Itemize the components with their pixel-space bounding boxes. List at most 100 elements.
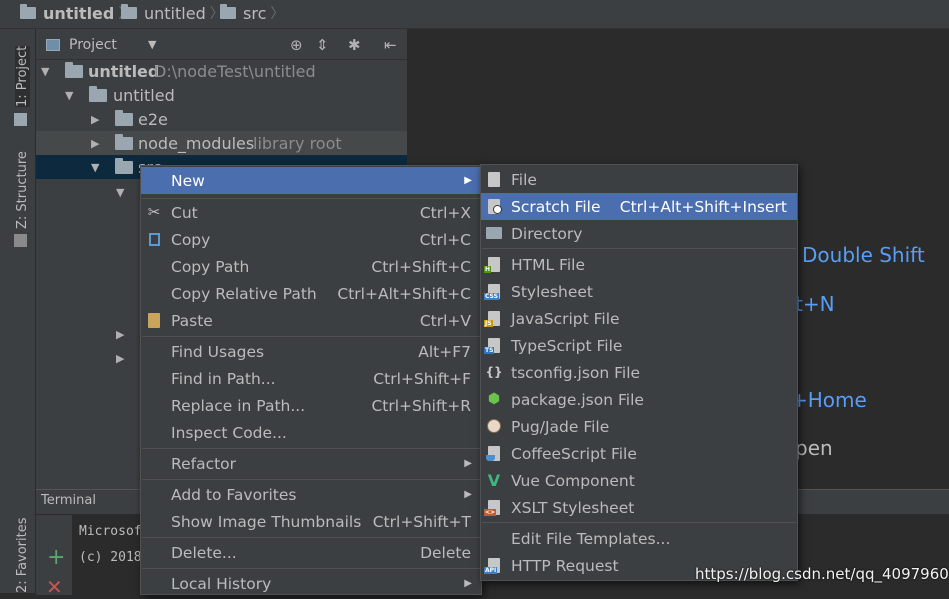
folder-icon	[486, 225, 502, 241]
chevron-right-icon[interactable]: ▶	[116, 352, 124, 365]
submenu-item-directory[interactable]: Directory	[481, 220, 797, 247]
chevron-right-icon: ▶	[464, 458, 472, 469]
nav-bar-hint: +Home	[791, 388, 867, 412]
html-file-icon: H	[484, 256, 502, 273]
search-everywhere-hint: Double Shift	[802, 243, 925, 267]
chevron-right-icon[interactable]: ▶	[116, 328, 124, 341]
submenu-item-tsconfig[interactable]: {} tsconfig.json File	[481, 359, 797, 386]
submenu-item-xslt[interactable]: <> XSLT Stylesheet	[481, 494, 797, 521]
xslt-icon: <>	[484, 499, 502, 516]
copy-icon	[146, 231, 162, 247]
breadcrumb-project[interactable]: untitled〉	[20, 3, 132, 23]
chevron-down-icon[interactable]: ▼	[41, 65, 49, 78]
chevron-right-icon: ▶	[464, 578, 472, 589]
breadcrumb-folder[interactable]: untitled 〉	[121, 3, 224, 23]
chevron-right-icon[interactable]: ▶	[91, 113, 99, 126]
drop-files-hint: pen	[795, 436, 833, 460]
project-view-icon	[46, 39, 60, 51]
js-file-icon: JS	[484, 310, 502, 327]
folder-icon	[115, 134, 133, 150]
menu-separator	[142, 568, 480, 569]
submenu-item-html-file[interactable]: H HTML File	[481, 251, 797, 278]
menu-item-refactor[interactable]: Refactor ▶	[141, 450, 481, 477]
menu-item-delete[interactable]: Delete... Delete	[141, 539, 481, 566]
menu-item-add-to-favorites[interactable]: Add to Favorites ▶	[141, 481, 481, 508]
folder-icon	[115, 110, 133, 126]
menu-item-copy-path[interactable]: Copy Path Ctrl+Shift+C	[141, 253, 481, 280]
terminal-line: (c) 2018	[79, 550, 142, 565]
scissors-icon: ✂	[147, 203, 161, 221]
terminal-tab[interactable]: Terminal	[41, 493, 96, 508]
submenu-item-coffeescript[interactable]: CoffeeScript File	[481, 440, 797, 467]
new-submenu: File Scratch File Ctrl+Alt+Shift+Insert …	[480, 164, 798, 581]
menu-separator	[142, 479, 480, 480]
favorites-tool-tab[interactable]: 2: Favorites	[15, 517, 30, 593]
menu-item-cut[interactable]: ✂ Cut Ctrl+X	[141, 199, 481, 226]
chevron-down-icon[interactable]: ▼	[91, 161, 99, 174]
menu-separator	[482, 248, 796, 249]
chevron-right-icon: ▶	[464, 175, 472, 186]
close-icon[interactable]: ✕	[46, 575, 63, 599]
folder-icon	[65, 62, 83, 78]
submenu-item-typescript-file[interactable]: TS TypeScript File	[481, 332, 797, 359]
menu-item-find-usages[interactable]: Find Usages Alt+F7	[141, 338, 481, 365]
submenu-item-javascript-file[interactable]: JS JavaScript File	[481, 305, 797, 332]
submenu-item-file[interactable]: File	[481, 166, 797, 193]
nodejs-icon: ⬢	[487, 391, 501, 407]
folder-icon	[20, 4, 36, 19]
tsconfig-icon: {}	[485, 365, 503, 379]
breadcrumb-src[interactable]: src 〉	[220, 3, 284, 23]
menu-item-new[interactable]: New ▶	[141, 167, 481, 194]
submenu-item-edit-file-templates[interactable]: Edit File Templates...	[481, 525, 797, 552]
folder-icon	[89, 86, 107, 102]
menu-item-copy[interactable]: Copy Ctrl+C	[141, 226, 481, 253]
submenu-item-scratch-file[interactable]: Scratch File Ctrl+Alt+Shift+Insert	[481, 193, 797, 220]
tree-row[interactable]: ▶ node_modules library root	[36, 131, 407, 155]
chevron-right-icon[interactable]: ▶	[91, 137, 99, 150]
watermark: https://blog.csdn.net/qq_40979609	[695, 565, 949, 583]
breadcrumb: untitled〉 untitled〉 src〉	[0, 0, 949, 29]
chevron-down-icon[interactable]: ▼	[65, 89, 73, 102]
menu-item-show-image-thumbnails[interactable]: Show Image Thumbnails Ctrl+Shift+T	[141, 508, 481, 535]
menu-separator	[142, 537, 480, 538]
menu-item-find-in-path[interactable]: Find in Path... Ctrl+Shift+F	[141, 365, 481, 392]
menu-separator	[482, 522, 796, 523]
left-tool-strip: 1: Project Z: Structure 2: Favorites	[0, 29, 36, 593]
structure-tool-icon	[14, 234, 27, 247]
folder-icon	[115, 158, 133, 174]
tree-row[interactable]: ▼ untitled	[36, 83, 407, 107]
tree-row[interactable]: ▼ untitled D:\nodeTest\untitled	[36, 59, 407, 83]
ts-file-icon: TS	[484, 337, 502, 354]
menu-separator	[142, 448, 480, 449]
project-tool-tab[interactable]: 1: Project	[15, 45, 30, 107]
chevron-right-icon: ▶	[464, 489, 472, 500]
menu-item-inspect-code[interactable]: Inspect Code...	[141, 419, 481, 446]
menu-item-paste[interactable]: Paste Ctrl+V	[141, 307, 481, 334]
submenu-item-package-json[interactable]: ⬢ package.json File	[481, 386, 797, 413]
terminal-line: Microsof	[79, 524, 142, 539]
submenu-item-pug-jade[interactable]: Pug/Jade File	[481, 413, 797, 440]
chevron-down-icon[interactable]: ▼	[116, 186, 124, 199]
folder-icon	[121, 4, 137, 19]
structure-tool-tab[interactable]: Z: Structure	[15, 151, 30, 229]
tree-row[interactable]: ▶ e2e	[36, 107, 407, 131]
project-tool-icon	[14, 113, 27, 126]
collapse-all-icon[interactable]: ⇕	[316, 36, 329, 54]
vue-icon: V	[487, 470, 501, 490]
plus-icon[interactable]: +	[47, 545, 65, 570]
menu-separator	[142, 336, 480, 337]
menu-item-replace-in-path[interactable]: Replace in Path... Ctrl+Shift+R	[141, 392, 481, 419]
hide-panel-icon[interactable]: ⇤	[384, 36, 397, 54]
chevron-down-icon[interactable]: ▼	[148, 38, 156, 51]
css-file-icon: CSS	[484, 283, 502, 300]
menu-item-copy-relative-path[interactable]: Copy Relative Path Ctrl+Alt+Shift+C	[141, 280, 481, 307]
locate-icon[interactable]: ⊕	[290, 36, 303, 54]
submenu-item-stylesheet[interactable]: CSS Stylesheet	[481, 278, 797, 305]
pug-icon	[486, 418, 502, 434]
project-panel-header: Project ▼ ⊕ ⇕ ✱ ⇤	[36, 31, 407, 60]
submenu-item-vue-component[interactable]: V Vue Component	[481, 467, 797, 494]
terminal-toolbar: + ✕	[36, 515, 72, 599]
gear-icon[interactable]: ✱	[348, 36, 361, 54]
project-view-selector[interactable]: Project	[69, 37, 117, 53]
folder-icon	[220, 4, 236, 19]
